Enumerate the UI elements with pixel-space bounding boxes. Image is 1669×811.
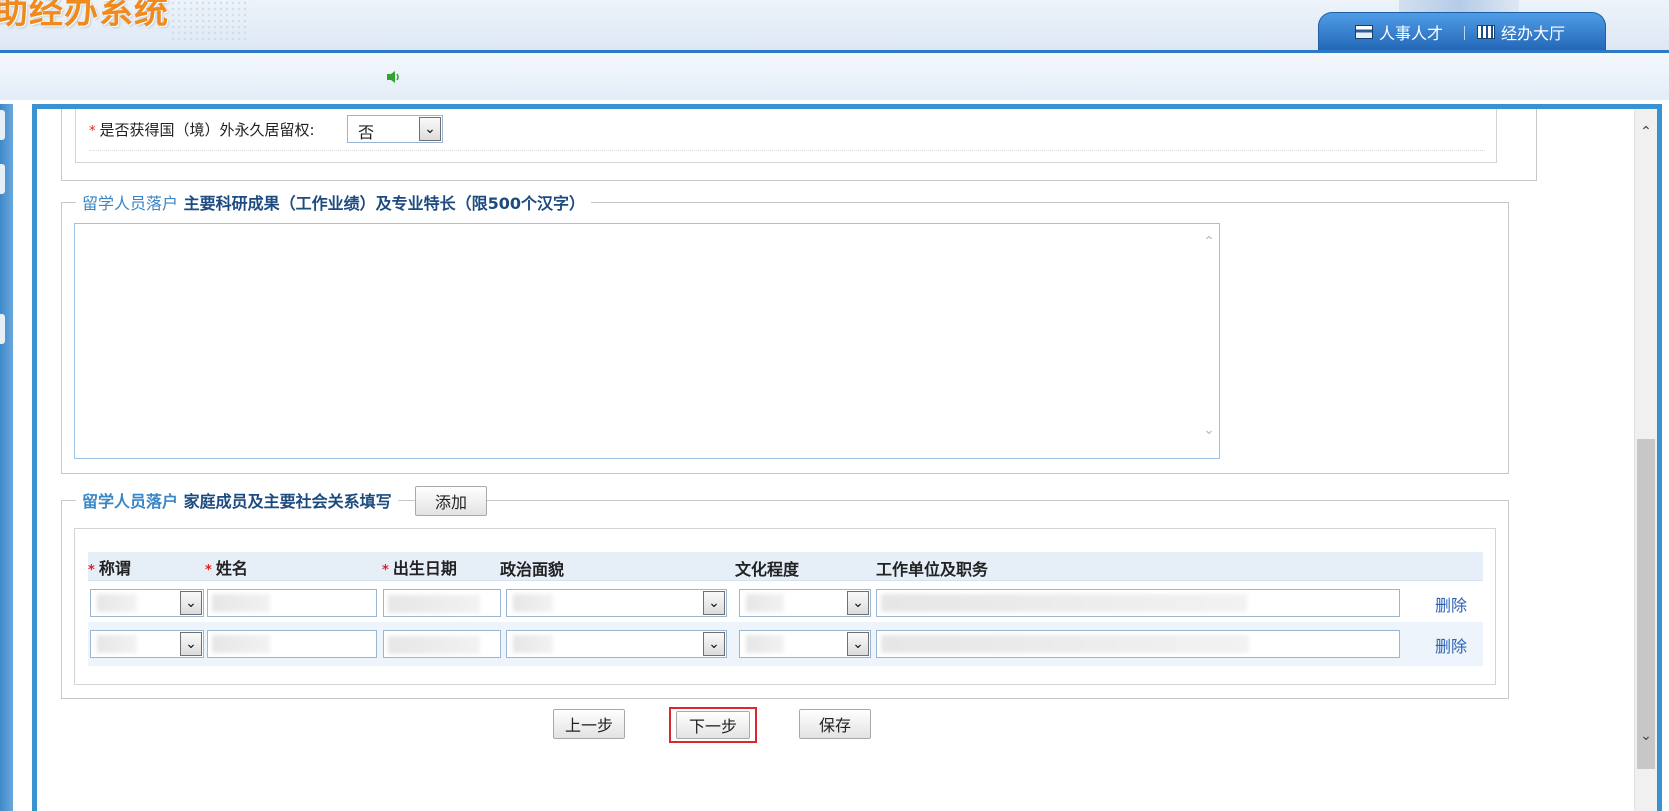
hall-icon	[1477, 25, 1495, 39]
add-family-member-button[interactable]: 添加	[415, 486, 487, 516]
book-icon	[1355, 25, 1373, 39]
side-tab[interactable]	[0, 314, 5, 344]
research-legend: 留学人员落户 主要科研成果（工作业绩）及专业特长（限500个汉字）	[76, 190, 591, 214]
education-select[interactable]: ⌄	[739, 589, 871, 617]
banner-decoration	[170, 0, 250, 40]
chevron-down-icon[interactable]: ⌄	[419, 117, 441, 141]
relation-select[interactable]: ⌄	[90, 589, 204, 617]
scroll-up-icon[interactable]: ⌃	[1638, 123, 1654, 141]
left-side-rail	[0, 104, 13, 811]
relation-select[interactable]: ⌄	[90, 630, 204, 658]
nav-tab-label: 经办大厅	[1501, 24, 1566, 43]
scroll-down-icon[interactable]: ⌄	[1199, 422, 1219, 438]
nav-tab-label: 人事人才	[1379, 24, 1444, 43]
scroll-thumb[interactable]	[1637, 439, 1655, 769]
chevron-down-icon[interactable]: ⌄	[847, 632, 869, 656]
top-banner: 助经办系统 人事人才 经办大厅	[0, 0, 1669, 53]
col-header-employer-position: 工作单位及职务	[876, 560, 989, 579]
redacted-value	[212, 635, 270, 653]
birthdate-input[interactable]	[383, 630, 501, 658]
page-scrollbar[interactable]: ⌃ ⌄	[1634, 109, 1657, 811]
redacted-value	[881, 635, 1249, 653]
chevron-down-icon[interactable]: ⌄	[703, 632, 725, 656]
education-select[interactable]: ⌄	[739, 630, 871, 658]
chevron-down-icon[interactable]: ⌄	[180, 591, 202, 615]
chevron-down-icon[interactable]: ⌄	[703, 591, 725, 615]
nav-tab-service-hall[interactable]: 经办大厅	[1477, 21, 1565, 43]
delete-row-link[interactable]: 删除	[1435, 633, 1467, 657]
main-content-frame: * 是否获得国（境）外永久居留权: 否 ⌄ 留学人员落户 主要科研成果（工作业绩）…	[32, 104, 1662, 811]
next-step-button[interactable]: 下一步	[676, 711, 750, 739]
col-header-education: 文化程度	[735, 560, 800, 579]
name-input[interactable]	[207, 589, 377, 617]
col-header-birthdate: * 出生日期	[382, 559, 457, 578]
redacted-value	[881, 594, 1247, 612]
nav-separator	[1464, 26, 1465, 40]
redacted-value	[513, 594, 553, 612]
employer-position-input[interactable]	[876, 630, 1400, 658]
notice-bar	[0, 53, 1669, 100]
redacted-value	[513, 635, 553, 653]
political-status-select[interactable]: ⌄	[506, 589, 727, 617]
family-legend: 留学人员落户 家庭成员及主要社会关系填写	[76, 488, 398, 512]
redacted-value	[97, 635, 137, 653]
redacted-value	[746, 635, 784, 653]
nav-tab-hr-talent[interactable]: 人事人才	[1355, 21, 1443, 43]
redacted-value	[212, 594, 270, 612]
scroll-up-icon[interactable]: ⌃	[1199, 234, 1219, 250]
employer-position-input[interactable]	[876, 589, 1400, 617]
save-button[interactable]: 保存	[799, 709, 871, 739]
delete-row-link[interactable]: 删除	[1435, 592, 1467, 616]
system-logo-title: 助经办系统	[0, 0, 169, 32]
residency-select-value: 否	[358, 123, 375, 142]
col-header-name: * 姓名	[205, 559, 248, 578]
redacted-value	[97, 594, 137, 612]
form-content: * 是否获得国（境）外永久居留权: 否 ⌄ 留学人员落户 主要科研成果（工作业绩）…	[37, 109, 1638, 811]
chevron-down-icon[interactable]: ⌄	[180, 632, 202, 656]
redacted-value	[388, 595, 480, 613]
redacted-value	[388, 636, 480, 654]
research-textarea[interactable]: ⌃ ⌄	[74, 223, 1220, 459]
side-tab[interactable]	[0, 110, 5, 140]
top-nav: 人事人才 经办大厅	[1318, 12, 1606, 50]
chevron-down-icon[interactable]: ⌄	[847, 591, 869, 615]
residency-select[interactable]: 否 ⌄	[347, 115, 443, 143]
required-star: *	[89, 124, 96, 139]
birthdate-input[interactable]	[383, 589, 501, 617]
redacted-value	[746, 594, 784, 612]
previous-step-button[interactable]: 上一步	[553, 709, 625, 739]
residency-question-label: * 是否获得国（境）外永久居留权:	[89, 121, 315, 139]
textarea-scrollbar[interactable]: ⌃ ⌄	[1199, 224, 1219, 458]
divider	[89, 150, 1485, 151]
scroll-down-icon[interactable]: ⌄	[1638, 727, 1654, 745]
col-header-title: * 称谓	[88, 559, 131, 578]
col-header-political-status: 政治面貌	[500, 560, 565, 579]
speaker-icon[interactable]	[386, 70, 402, 84]
name-input[interactable]	[207, 630, 377, 658]
political-status-select[interactable]: ⌄	[506, 630, 727, 658]
side-tab[interactable]	[0, 164, 5, 194]
